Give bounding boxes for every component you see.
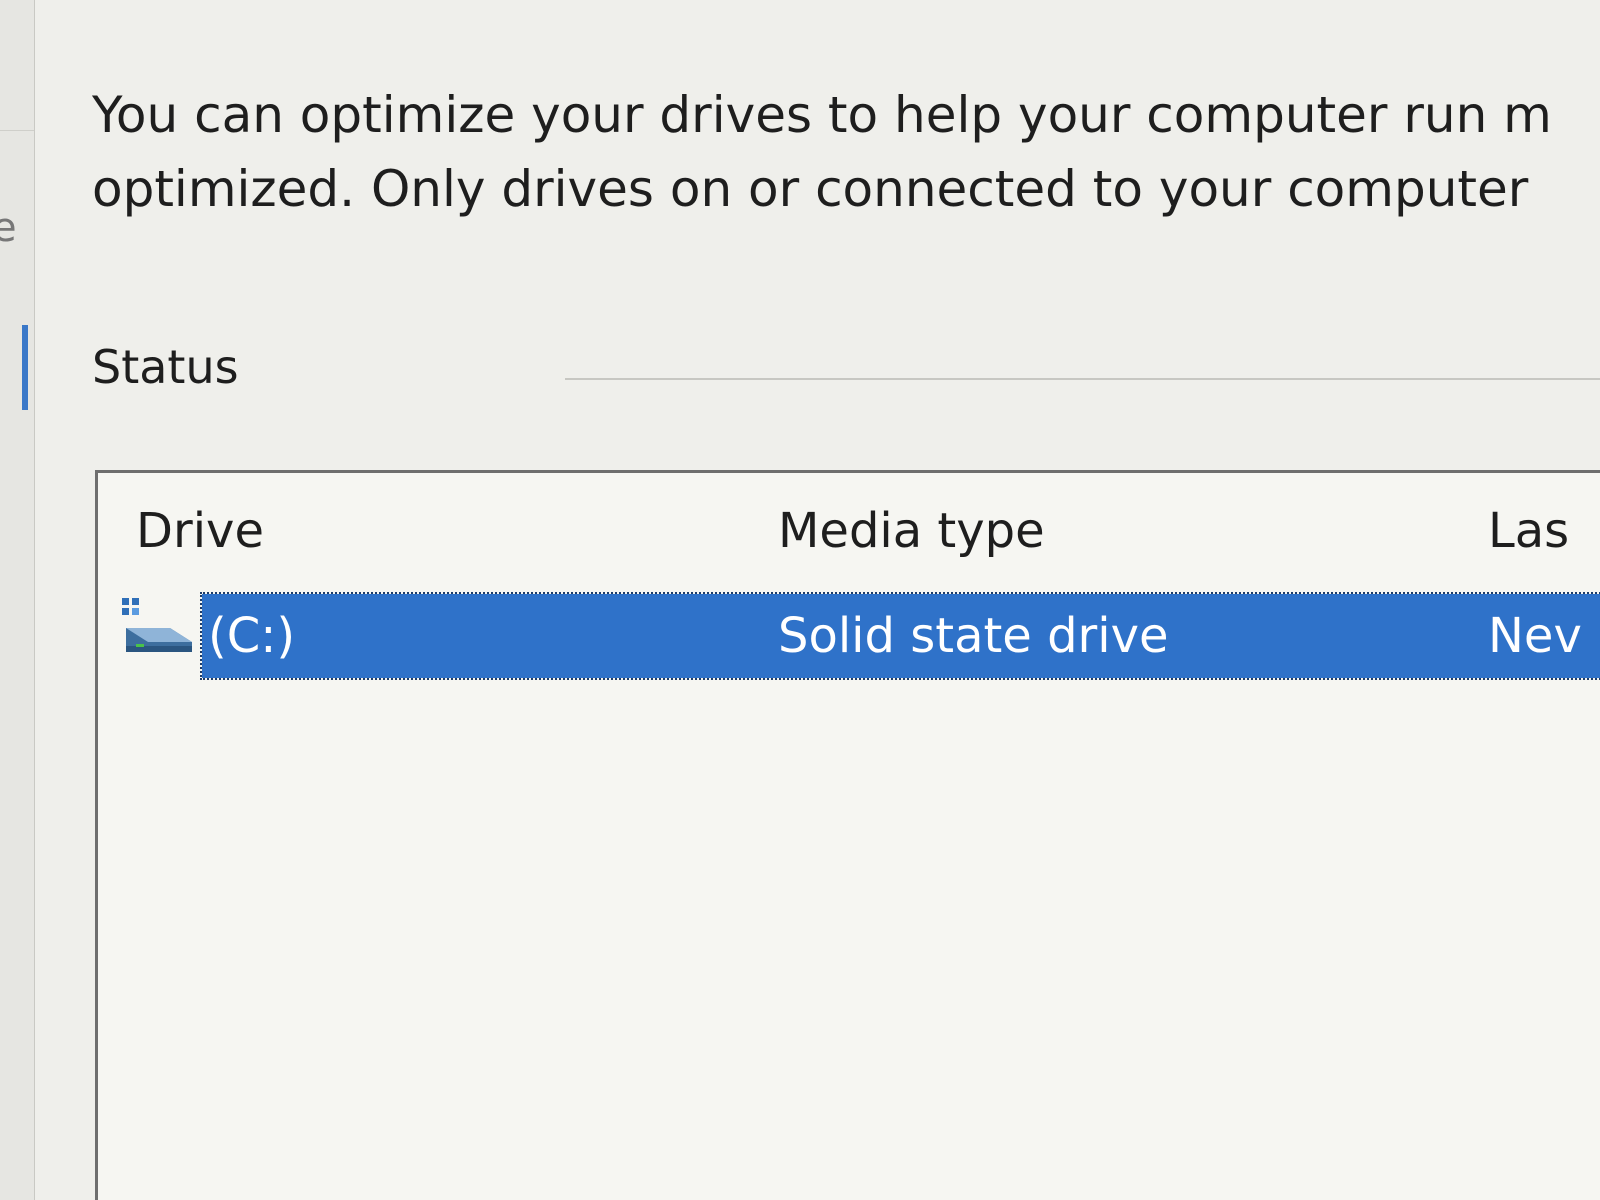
selected-row-highlight[interactable]: (C:) Solid state drive Nev [200, 592, 1600, 680]
cell-drive: (C:) [208, 608, 296, 664]
drives-list[interactable]: Drive Media type Las (C:) Solid state dr… [95, 470, 1600, 1200]
optimize-drives-window: e You can optimize your drives to help y… [0, 0, 1600, 1200]
drive-icon [122, 598, 192, 652]
status-heading: Status [92, 340, 239, 394]
divider [0, 130, 34, 131]
description-line-1: You can optimize your drives to help you… [92, 86, 1552, 144]
cell-media-type: Solid state drive [778, 608, 1169, 664]
description-line-2: optimized. Only drives on or connected t… [92, 160, 1529, 218]
status-divider [565, 378, 1600, 380]
table-row[interactable]: (C:) Solid state drive Nev [98, 588, 1600, 680]
adjacent-window-edge: e [0, 0, 35, 1200]
description-text: You can optimize your drives to help you… [92, 78, 1600, 226]
column-header-media-type[interactable]: Media type [778, 503, 1045, 559]
cell-last-analyzed: Nev [1488, 608, 1582, 664]
scrollbar-accent[interactable] [22, 325, 28, 410]
column-header-last-analyzed[interactable]: Las [1488, 503, 1569, 559]
partial-text: e [0, 205, 17, 251]
column-header-drive[interactable]: Drive [136, 503, 264, 559]
